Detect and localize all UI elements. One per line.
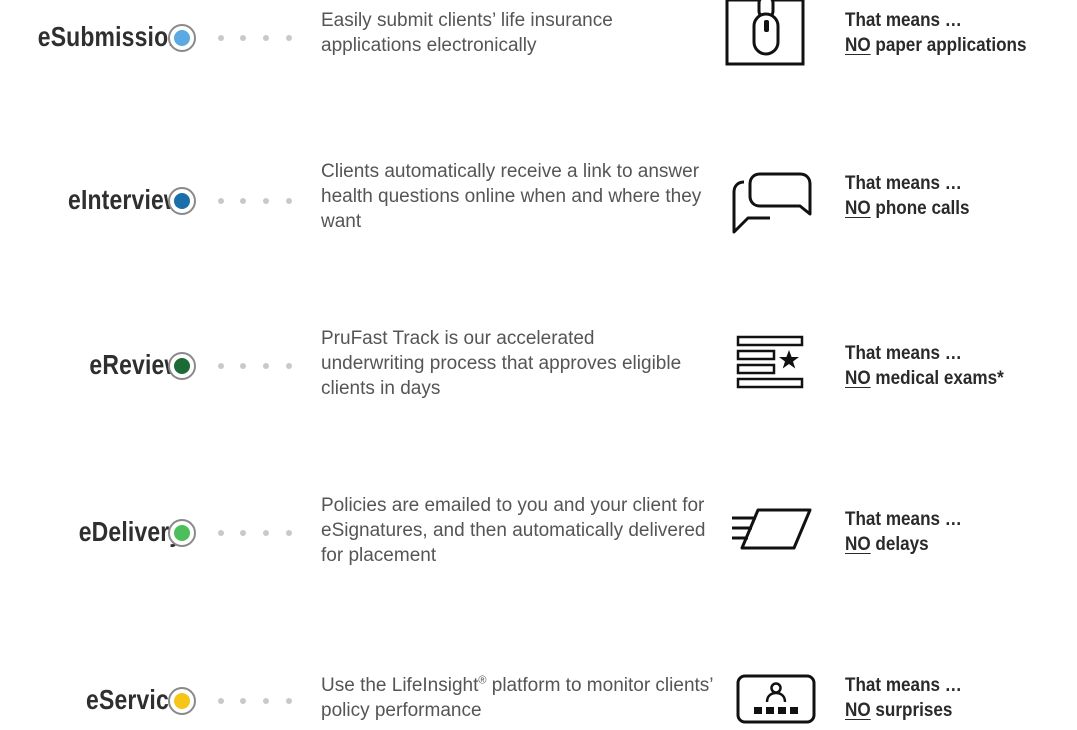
no-emphasis: NO (845, 35, 871, 56)
stage-row-einterview: eInterview Clients automatically receive… (0, 150, 1077, 250)
means-rest: paper applications (875, 35, 1027, 56)
stage-indicator (168, 519, 196, 547)
stage-color-dot (174, 525, 190, 541)
means-rest: phone calls (875, 198, 970, 219)
means-prefix: That means … (845, 343, 962, 364)
connector-dots (218, 35, 298, 41)
stage-color-dot (174, 30, 190, 46)
means-statement: That means … NO surprises (845, 673, 962, 723)
stage-name: eDelivery (78, 516, 182, 547)
stage-indicator (168, 687, 196, 715)
means-line: NO phone calls (845, 196, 969, 221)
stage-description: Use the LifeInsight® platform to monitor… (321, 673, 731, 723)
no-emphasis: NO (845, 368, 871, 389)
means-prefix: That means … (845, 675, 962, 696)
list-star-icon (736, 335, 804, 389)
means-rest: medical exams* (875, 368, 1004, 389)
connector-dots (218, 698, 298, 704)
stage-color-dot (174, 193, 190, 209)
fast-document-icon (732, 508, 812, 550)
means-prefix: That means … (845, 173, 962, 194)
stage-indicator (168, 187, 196, 215)
no-emphasis: NO (845, 198, 871, 219)
means-line: NO medical exams* (845, 366, 1004, 391)
means-statement: That means … NO paper applications (845, 8, 1026, 58)
means-line: NO surprises (845, 698, 962, 723)
person-dashboard-icon (736, 674, 816, 724)
means-line: NO paper applications (845, 33, 1026, 58)
stage-indicator (168, 352, 196, 380)
stage-description: Easily submit clients’ life insurance ap… (321, 10, 613, 56)
stage-name: eSubmission (37, 21, 182, 52)
means-statement: That means … NO medical exams* (845, 341, 1004, 391)
means-line: NO delays (845, 532, 962, 557)
chat-bubbles-icon (732, 172, 812, 234)
connector-dots (218, 363, 298, 369)
stage-name: eInterview (68, 184, 182, 215)
no-emphasis: NO (845, 700, 871, 721)
stage-color-dot (174, 358, 190, 374)
stage-row-eservice: eService Use the LifeInsight® platform t… (0, 600, 1077, 724)
mouse-tablet-icon (725, 0, 805, 66)
connector-dots (218, 530, 298, 536)
stage-description: PruFast Track is our accelerated underwr… (321, 328, 682, 399)
means-rest: surprises (875, 700, 953, 721)
stage-indicator (168, 24, 196, 52)
stage-description: Policies are emailed to you and your cli… (321, 495, 706, 566)
means-statement: That means … NO delays (845, 507, 962, 557)
description-text: Use the LifeInsight (321, 675, 479, 696)
means-prefix: That means … (845, 509, 962, 530)
stage-description: Clients automatically receive a link to … (321, 161, 702, 232)
stage-color-dot (174, 693, 190, 709)
stage-row-edelivery: eDelivery Policies are emailed to you an… (0, 450, 1077, 566)
stage-row-ereview: eReview PruFast Track is our accelerated… (0, 300, 1077, 400)
connector-dots (218, 198, 298, 204)
means-prefix: That means … (845, 10, 962, 31)
no-emphasis: NO (845, 534, 871, 555)
means-statement: That means … NO phone calls (845, 171, 969, 221)
stage-row-esubmission: eSubmission Easily submit clients’ life … (0, 0, 1077, 100)
means-rest: delays (875, 534, 929, 555)
